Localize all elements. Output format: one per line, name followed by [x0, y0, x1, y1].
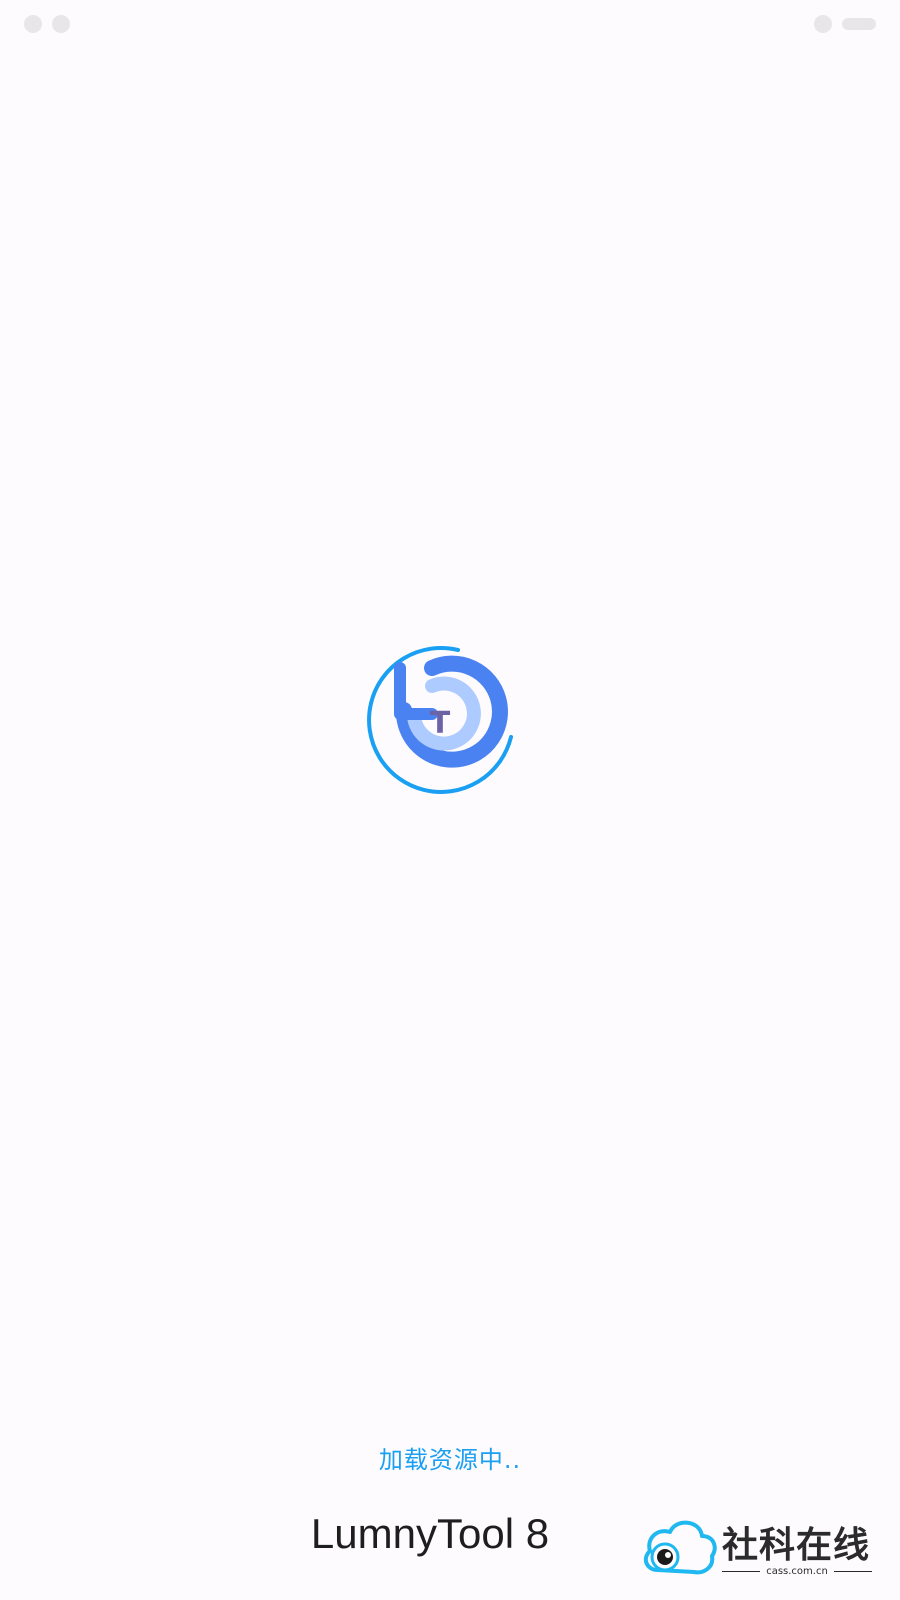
lumnytool-logo-icon: T: [360, 640, 520, 800]
eye-highlight: [665, 1552, 671, 1558]
logo-t-letter: T: [430, 706, 451, 741]
watermark: 社科在线 cass.com.cn: [640, 1512, 890, 1592]
watermark-text: 社科在线: [722, 1525, 871, 1566]
logo-graphic: T: [367, 646, 513, 794]
status-icon: [24, 15, 42, 33]
watermark-line-left: [722, 1571, 761, 1572]
status-bar: [0, 0, 900, 48]
battery-icon: [842, 18, 876, 30]
cloud-eye-icon: [643, 1520, 717, 1575]
loading-status-text: 加载资源中..: [378, 1446, 522, 1474]
status-icon: [52, 15, 70, 33]
watermark-subtitle-row: cass.com.cn: [722, 1566, 873, 1577]
watermark-line-right: [833, 1571, 873, 1572]
status-bar-left: [24, 14, 70, 34]
status-icon: [814, 15, 832, 33]
status-bar-right: [814, 14, 876, 34]
eye-pupil: [657, 1549, 673, 1565]
watermark-subtext: cass.com.cn: [766, 1566, 828, 1577]
